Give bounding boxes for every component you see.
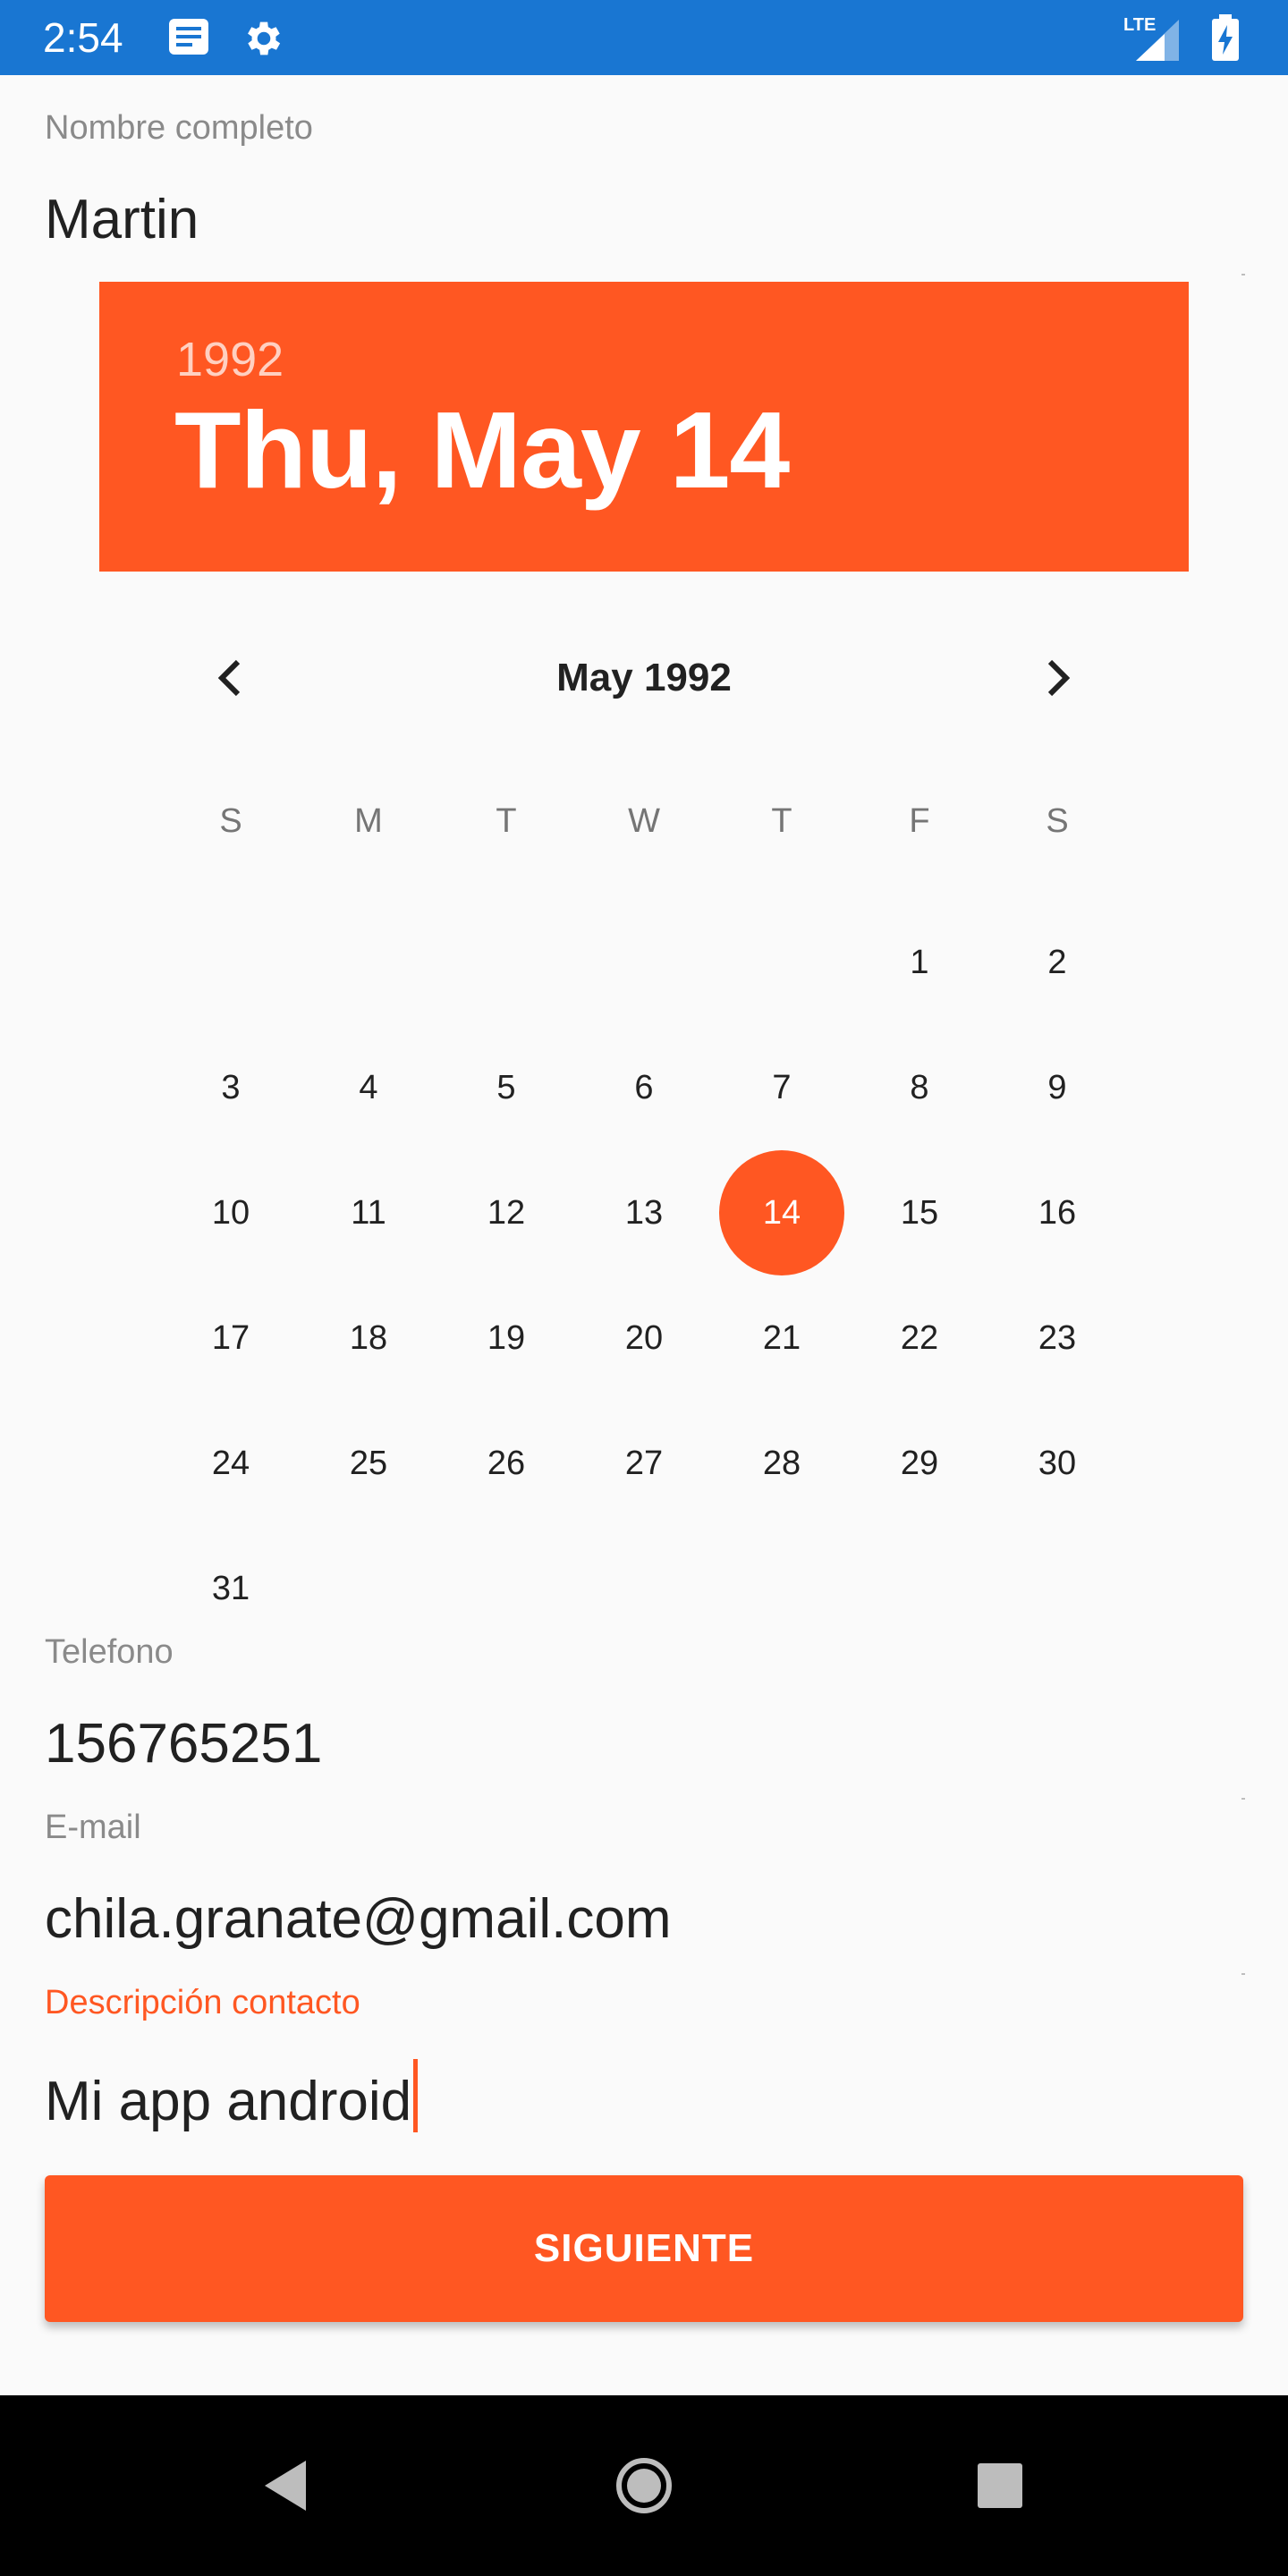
back-icon [265,2461,306,2511]
weekday-label: T [771,802,792,840]
name-underline [1241,274,1245,275]
calendar-week: 24 25 26 27 28 29 30 [162,1401,1126,1526]
calendar-day[interactable]: 18 [300,1275,437,1401]
calendar-day[interactable]: 20 [575,1275,713,1401]
date-picker-selected-date: Thu, May 14 [174,389,790,511]
calendar-day[interactable]: 1 [851,900,988,1025]
calendar-day[interactable]: 9 [988,1025,1126,1150]
phone-field[interactable]: Telefono 156765251 [45,1631,1245,1800]
calendar-day[interactable]: 27 [575,1401,713,1526]
calendar-day[interactable]: 22 [851,1275,988,1401]
name-input[interactable]: Martin [45,184,1243,256]
phone-label: Telefono [45,1633,174,1671]
calendar-day[interactable]: 24 [162,1401,300,1526]
phone-underline [1241,1798,1245,1800]
email-label: E-mail [45,1809,141,1846]
calendar-day-empty [713,900,851,1025]
calendar-day[interactable]: 29 [851,1401,988,1526]
calendar-day[interactable]: 16 [988,1150,1126,1275]
next-month-button[interactable] [1021,642,1093,714]
calendar-grid: SMTWTFS 1 2 3 4 5 6 7 8 9 10 11 12 13 14 15 16 17 18 19 20 2… [162,784,1126,1651]
battery-icon [1209,13,1241,67]
weekday-label: F [909,802,930,840]
back-button[interactable] [215,2395,358,2576]
calendar-day[interactable]: 28 [713,1401,851,1526]
description-input[interactable]: Mi app android [45,2059,1243,2138]
gear-icon [242,16,286,65]
status-bar: 2:54 LTE [0,0,1288,75]
calendar-day[interactable]: 21 [713,1275,851,1401]
calendar-day[interactable]: 12 [437,1150,575,1275]
date-picker-year[interactable]: 1992 [176,332,284,387]
signal-icon: LTE [1123,13,1186,67]
description-field[interactable]: Descripción contacto Mi app android [45,1982,1243,2138]
description-value: Mi app android [45,2071,412,2132]
text-cursor [413,2059,419,2132]
message-icon [166,16,211,62]
description-label: Descripción contacto [45,1984,360,2021]
calendar-day[interactable]: 19 [437,1275,575,1401]
calendar-day-empty [300,900,437,1025]
calendar-day[interactable]: 5 [437,1025,575,1150]
calendar-day[interactable]: 11 [300,1150,437,1275]
calendar-day[interactable]: 23 [988,1275,1126,1401]
svg-text:LTE: LTE [1123,15,1156,35]
next-button[interactable]: SIGUIENTE [45,2175,1243,2322]
weekday-label: S [219,802,242,840]
weekday-label: S [1046,802,1069,840]
calendar-day[interactable]: 8 [851,1025,988,1150]
calendar-day[interactable]: 25 [300,1401,437,1526]
weekday-label: W [628,802,660,840]
email-underline [1241,1973,1245,1975]
calendar-day[interactable]: 17 [162,1275,300,1401]
home-button[interactable] [572,2395,716,2576]
calendar-weeks: 1 2 3 4 5 6 7 8 9 10 11 12 13 14 15 16 17 18 19 20 21 22 23 24 2… [162,900,1126,1651]
calendar-day[interactable]: 3 [162,1025,300,1150]
calendar-week: 3456789 [162,1025,1126,1150]
chevron-right-icon [1047,659,1071,697]
calendar-week: 12 [162,900,1126,1025]
calendar-day[interactable]: 4 [300,1025,437,1150]
calendar-month-label: May 1992 [556,656,732,699]
recents-icon [978,2463,1022,2508]
prev-month-button[interactable] [195,642,267,714]
email-field[interactable]: E-mail chila.granate@gmail.com [45,1807,1245,1975]
date-picker-header: 1992 Thu, May 14 [99,282,1189,572]
calendar-day[interactable]: 2 [988,900,1126,1025]
name-label: Nombre completo [45,109,313,147]
calendar-day-empty [437,900,575,1025]
navigation-bar [0,2395,1288,2576]
calendar-day[interactable]: 10 [162,1150,300,1275]
calendar-weekdays: SMTWTFS [162,784,1126,859]
weekday-label: T [496,802,517,840]
calendar-day[interactable]: 13 [575,1150,713,1275]
calendar-week: 10 11 12 13 14 15 16 [162,1150,1126,1275]
chevron-left-icon [217,659,241,697]
recents-button[interactable] [928,2395,1072,2576]
calendar-day-empty [575,900,713,1025]
calendar-day[interactable]: 7 [713,1025,851,1150]
calendar-day[interactable]: 30 [988,1401,1126,1526]
status-time: 2:54 [43,14,123,61]
calendar-day-selected[interactable]: 14 [713,1150,851,1275]
calendar-day-empty [162,900,300,1025]
email-input[interactable]: chila.granate@gmail.com [45,1884,1243,1955]
calendar-day[interactable]: 6 [575,1025,713,1150]
calendar-day[interactable]: 15 [851,1150,988,1275]
home-icon [616,2458,672,2513]
weekday-label: M [354,802,383,840]
phone-input[interactable]: 156765251 [45,1708,1243,1780]
name-field[interactable]: Nombre completo Martin [45,107,1245,275]
calendar-week: 17 18 19 20 21 22 23 [162,1275,1126,1401]
calendar-day[interactable]: 26 [437,1401,575,1526]
